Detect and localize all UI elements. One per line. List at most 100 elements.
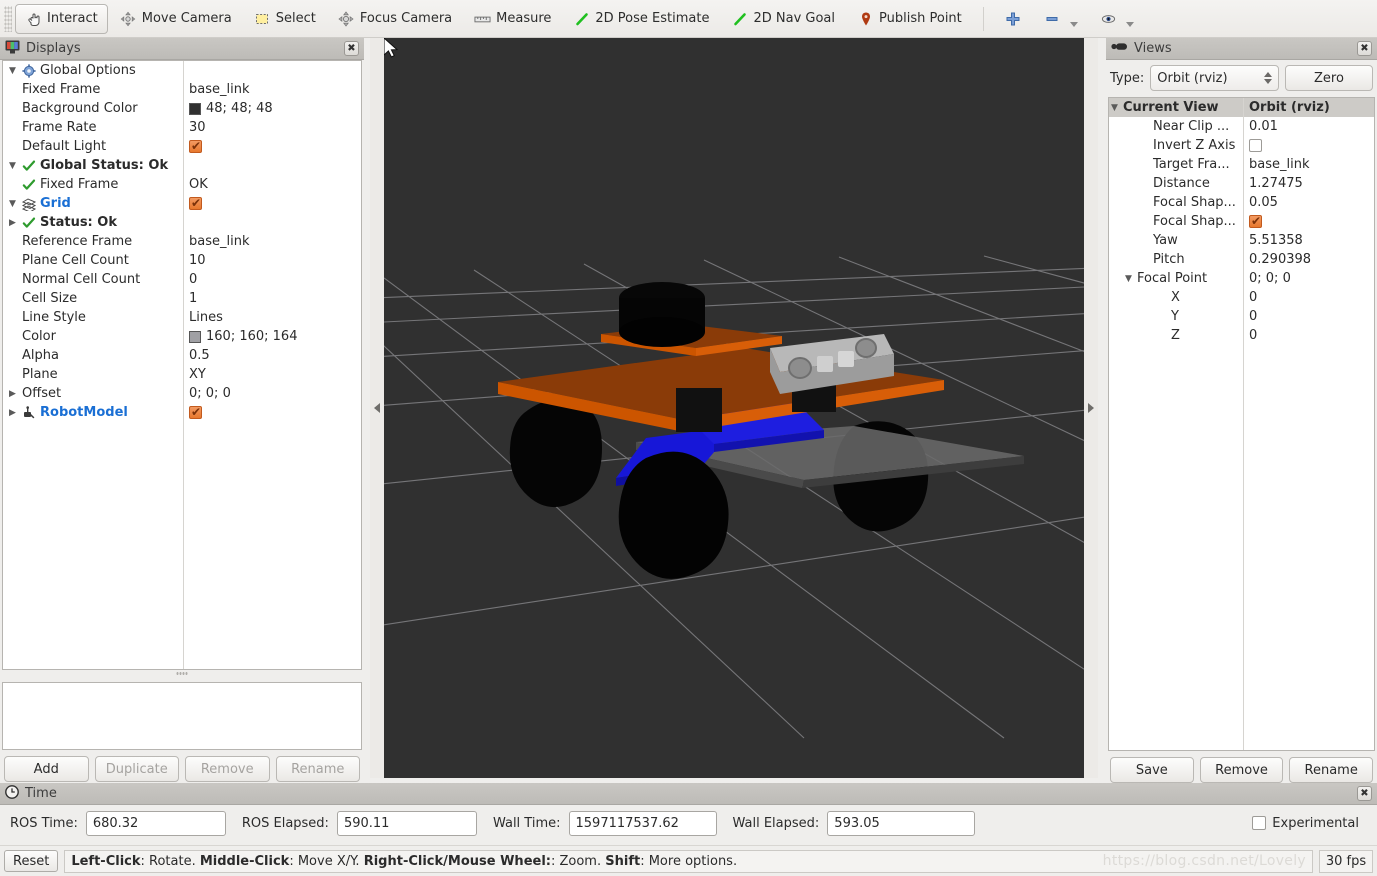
display-tree-row[interactable]: ▶ Status: Ok xyxy=(3,213,361,232)
close-icon[interactable]: ✖ xyxy=(1357,786,1372,801)
spinner-arrows-icon[interactable] xyxy=(1264,72,1272,84)
chevron-down-icon[interactable] xyxy=(1069,21,1078,27)
display-tree-row[interactable]: ▶ Fixed Frame OK xyxy=(3,175,361,194)
display-tree-row[interactable]: ▶ Plane XY xyxy=(3,365,361,384)
ros-time-input[interactable]: 680.32 xyxy=(85,810,226,836)
collapse-triangle-icon[interactable]: ▼ xyxy=(7,199,18,209)
remove-display-button[interactable]: Remove xyxy=(185,756,270,782)
wall-elapsed-input[interactable]: 593.05 xyxy=(827,810,976,836)
tool-focus-camera[interactable]: Focus Camera xyxy=(328,4,462,34)
add-display-button[interactable]: Add xyxy=(4,756,89,782)
view-property-value[interactable]: 0 xyxy=(1243,309,1257,324)
tool-interact[interactable]: Interact xyxy=(15,3,108,34)
rename-display-button[interactable]: Rename xyxy=(275,756,360,782)
display-tree-row[interactable]: ▼ Global Options xyxy=(3,61,361,80)
close-icon[interactable]: ✖ xyxy=(344,41,359,56)
view-tree-row[interactable]: ▶Focal Shap... xyxy=(1109,212,1374,231)
enable-checkbox[interactable] xyxy=(189,196,202,210)
views-tree-header[interactable]: ▼ Current View Orbit (rviz) xyxy=(1109,98,1374,117)
view-property-value[interactable]: 0.290398 xyxy=(1243,252,1311,267)
display-tree-row[interactable]: ▶ Default Light xyxy=(3,137,361,156)
view-type-select[interactable]: Orbit (rviz) xyxy=(1150,65,1279,91)
display-tree-row[interactable]: ▶ Offset 0; 0; 0 xyxy=(3,384,361,403)
experimental-checkbox[interactable] xyxy=(1252,816,1267,830)
tool-measure[interactable]: Measure xyxy=(464,4,561,34)
expand-triangle-icon[interactable]: ▶ xyxy=(7,389,18,399)
view-tree-row[interactable]: ▶Distance 1.27475 xyxy=(1109,174,1374,193)
tool-move-camera[interactable]: Move Camera xyxy=(110,4,242,34)
display-tree-row[interactable]: ▶ Frame Rate 30 xyxy=(3,118,361,137)
display-tree-row[interactable]: ▶ Alpha 0.5 xyxy=(3,346,361,365)
left-panel-collapse-handle[interactable] xyxy=(370,38,384,778)
display-tree-row[interactable]: ▼ Grid xyxy=(3,194,361,213)
views-tree[interactable]: ▼Current View Orbit (rviz) ▶Near Clip ..… xyxy=(1108,97,1375,751)
close-icon[interactable]: ✖ xyxy=(1357,41,1372,56)
display-tree-row[interactable]: ▶ Reference Frame base_link xyxy=(3,232,361,251)
display-tree-row[interactable]: ▶ Normal Cell Count 0 xyxy=(3,270,361,289)
display-property-value[interactable]: 48; 48; 48 xyxy=(183,101,273,116)
view-property-value[interactable]: 1.27475 xyxy=(1243,176,1303,191)
display-property-value[interactable]: base_link xyxy=(183,82,249,97)
visibility-tool-button[interactable] xyxy=(1090,4,1144,34)
view-tree-row[interactable]: ▶Target Fra... base_link xyxy=(1109,155,1374,174)
expand-triangle-icon[interactable]: ▼ xyxy=(1109,103,1120,113)
view-property-value[interactable]: 0 xyxy=(1243,328,1257,343)
chevron-down-icon-2[interactable] xyxy=(1125,21,1134,27)
display-property-value[interactable]: 0 xyxy=(183,272,197,287)
view-property-value[interactable] xyxy=(1243,139,1262,152)
display-tree-row[interactable]: ▶ Plane Cell Count 10 xyxy=(3,251,361,270)
display-property-value[interactable] xyxy=(183,139,202,153)
display-property-value[interactable] xyxy=(183,196,202,210)
add-tool-button[interactable] xyxy=(995,4,1032,34)
display-tree-row[interactable]: ▶ Fixed Frame base_link xyxy=(3,80,361,99)
view-property-checkbox[interactable] xyxy=(1249,139,1262,152)
view-tree-row[interactable]: ▶Near Clip ... 0.01 xyxy=(1109,117,1374,136)
right-panel-collapse-handle[interactable] xyxy=(1084,38,1098,778)
rename-view-button[interactable]: Rename xyxy=(1289,757,1374,783)
wall-time-input[interactable]: 1597117537.62 xyxy=(568,810,717,836)
display-property-value[interactable]: Lines xyxy=(183,310,223,325)
display-property-value[interactable]: 30 xyxy=(183,120,206,135)
view-property-value[interactable]: 0.01 xyxy=(1243,119,1278,134)
views-column-divider[interactable] xyxy=(1243,98,1244,750)
tool-select[interactable]: Select xyxy=(244,4,326,34)
display-tree-row[interactable]: ▶ RobotModel xyxy=(3,403,361,422)
display-tree-row[interactable]: ▶ Color 160; 160; 164 xyxy=(3,327,361,346)
zero-button[interactable]: Zero xyxy=(1285,65,1373,91)
collapse-triangle-icon[interactable]: ▼ xyxy=(7,66,18,76)
displays-tree[interactable]: ▼ Global Options ▶ Fixed Frame base_link ▶ Bac… xyxy=(2,60,362,670)
save-view-button[interactable]: Save xyxy=(1110,757,1194,783)
remove-view-button[interactable]: Remove xyxy=(1199,757,1284,783)
display-property-value[interactable]: 10 xyxy=(183,253,206,268)
view-property-value[interactable]: base_link xyxy=(1243,157,1309,172)
reset-button[interactable]: Reset xyxy=(4,850,59,872)
ros-elapsed-input[interactable]: 590.11 xyxy=(336,810,477,836)
display-property-value[interactable]: 160; 160; 164 xyxy=(183,329,297,344)
view-tree-row[interactable]: ▶Invert Z Axis xyxy=(1109,136,1374,155)
3d-render-viewport[interactable] xyxy=(384,38,1084,778)
view-tree-row[interactable]: ▶Z 0 xyxy=(1109,326,1374,345)
view-tree-row[interactable]: ▼ Focal Point 0; 0; 0 xyxy=(1109,269,1374,288)
display-tree-row[interactable]: ▶ Line Style Lines xyxy=(3,308,361,327)
color-swatch[interactable] xyxy=(189,330,201,343)
display-property-value[interactable] xyxy=(183,405,202,419)
view-tree-row[interactable]: ▶Focal Shap... 0.05 xyxy=(1109,193,1374,212)
view-tree-row[interactable]: ▶Yaw 5.51358 xyxy=(1109,231,1374,250)
displays-splitter[interactable] xyxy=(0,670,364,676)
experimental-toggle[interactable]: Experimental xyxy=(1252,816,1367,831)
view-tree-row[interactable]: ▶Pitch 0.290398 xyxy=(1109,250,1374,269)
view-tree-row[interactable]: ▶Y 0 xyxy=(1109,307,1374,326)
view-property-value[interactable]: 5.51358 xyxy=(1243,233,1303,248)
view-property-value[interactable] xyxy=(1243,214,1262,228)
enable-checkbox[interactable] xyxy=(189,405,202,419)
tool-2d-pose-estimate[interactable]: 2D Pose Estimate xyxy=(563,4,719,34)
display-tree-row[interactable]: ▶ Background Color 48; 48; 48 xyxy=(3,99,361,118)
display-property-value[interactable]: 1 xyxy=(183,291,197,306)
display-tree-row[interactable]: ▶ Cell Size 1 xyxy=(3,289,361,308)
remove-tool-button[interactable] xyxy=(1034,4,1088,34)
expand-triangle-icon[interactable]: ▶ xyxy=(7,408,18,418)
color-swatch[interactable] xyxy=(189,102,201,115)
tool-2d-nav-goal[interactable]: 2D Nav Goal xyxy=(721,4,845,34)
display-tree-row[interactable]: ▼ Global Status: Ok xyxy=(3,156,361,175)
enable-checkbox[interactable] xyxy=(189,139,202,153)
